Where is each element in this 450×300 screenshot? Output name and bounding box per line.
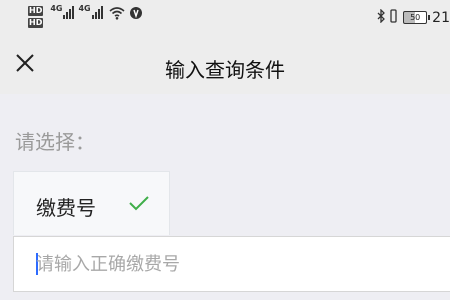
signal-icon: 4G — [50, 5, 75, 19]
check-icon — [128, 194, 150, 216]
signal-label: 4G — [50, 4, 63, 13]
hd-badge: HD — [28, 18, 44, 28]
battery-icon: 50 — [403, 11, 431, 24]
status-right: 50 21 — [376, 8, 450, 27]
battery-level: 50 — [410, 13, 421, 22]
status-left: HD HD 4G 4G — [28, 5, 143, 31]
page-title: 输入查询条件 — [165, 58, 285, 82]
navbar: 输入查询条件 — [0, 36, 450, 94]
data-saver-icon — [129, 5, 143, 24]
payment-number-field[interactable] — [13, 236, 450, 292]
option-label: 缴费号 — [36, 196, 96, 220]
status-time: 21 — [432, 9, 450, 26]
wifi-icon — [109, 5, 125, 24]
choose-label: 请选择： — [15, 130, 95, 154]
status-bar: HD HD 4G 4G 50 21 — [0, 0, 450, 36]
bluetooth-icon — [376, 8, 386, 27]
hd-stack: HD HD — [28, 5, 44, 29]
payment-number-input[interactable] — [36, 249, 416, 279]
signal-icon: 4G — [78, 5, 103, 19]
option-payment-number[interactable]: 缴费号 — [13, 171, 170, 235]
vibrate-icon — [389, 8, 398, 27]
hd-badge: HD — [28, 6, 44, 16]
signal-label: 4G — [78, 4, 91, 13]
